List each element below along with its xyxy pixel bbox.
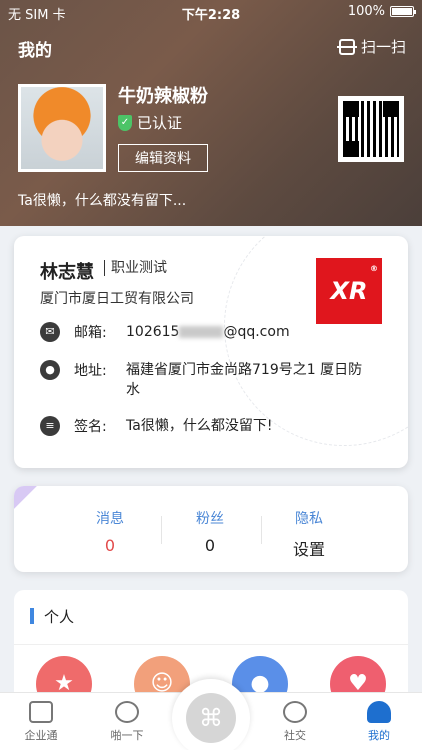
section-accent-bar <box>30 608 34 624</box>
tab-label: 社交 <box>284 729 306 742</box>
battery-percent: 100% <box>347 4 385 19</box>
business-card[interactable]: 林志慧 职业测试 厦门市厦日工贸有限公司 XR ® ✉ 邮箱: 102615 @q… <box>14 236 408 468</box>
stat-value: 0 <box>204 536 216 555</box>
page-title: 我的 <box>18 41 52 61</box>
verified-label: 已认证 <box>137 114 183 132</box>
tab-label: 啪一下 <box>110 729 144 742</box>
verified-badge: ✓ 已认证 <box>118 112 182 133</box>
stat-label: 粉丝 <box>196 511 224 527</box>
enterprise-icon <box>29 701 53 723</box>
stat-value: 0 <box>104 536 116 555</box>
card-name: 林志慧 <box>40 262 94 283</box>
document-icon: ≡ <box>40 416 60 436</box>
company-logo: XR ® <box>316 258 382 324</box>
email-row: ✉ 邮箱: 102615 @qq.com <box>40 322 376 342</box>
profile-header: 无 SIM 卡 下午2:28 100% 我的 扫一扫 牛奶辣椒粉 ✓ 已认证 编… <box>0 0 422 226</box>
tab-social[interactable]: 社交 <box>260 701 330 743</box>
stat-label: 隐私 <box>295 511 323 527</box>
tab-enterprise[interactable]: 企业通 <box>6 701 76 743</box>
tab-label: 企业通 <box>24 729 58 742</box>
email-redaction <box>179 326 224 338</box>
stat-privacy[interactable]: 隐私 设置 <box>259 508 359 560</box>
person-icon <box>367 701 391 723</box>
signature-row: ≡ 签名: Ta很懒，什么都没留下! <box>40 416 376 436</box>
stats-card: 消息 0 粉丝 0 隐私 设置 <box>14 486 408 572</box>
chat-icon <box>283 701 307 723</box>
address-value: 福建省厦门市金尚路719号之1 厦日防水 <box>126 362 363 398</box>
center-action-button[interactable]: ⌘ <box>172 679 250 750</box>
scan-button[interactable]: 扫一扫 <box>336 36 406 57</box>
scan-icon <box>336 38 357 55</box>
card-job-title: 职业测试 <box>104 260 167 276</box>
section-title: 个人 <box>44 608 75 626</box>
email-key: 邮箱: <box>74 325 107 341</box>
status-right: 100% <box>347 4 416 19</box>
shake-icon <box>115 701 139 723</box>
battery-icon <box>390 6 416 17</box>
stat-value: 设置 <box>292 540 325 559</box>
location-pin-icon: ● <box>40 360 60 380</box>
divider <box>14 644 408 645</box>
logo-registered-mark: ® <box>370 264 378 273</box>
logo-text: XR <box>330 277 368 305</box>
card-company: 厦门市厦日工贸有限公司 <box>40 291 194 307</box>
signature-value: Ta很懒，什么都没留下! <box>126 418 273 434</box>
china-mobile-logo-icon: ⌘ <box>186 693 236 743</box>
mail-icon: ✉ <box>40 322 60 342</box>
tab-bar: 企业通 啪一下 ⌘ 社交 我的 <box>0 679 422 750</box>
address-key: 地址: <box>74 363 107 379</box>
nickname: 牛奶辣椒粉 <box>118 86 208 107</box>
qr-code-icon[interactable] <box>338 96 404 162</box>
stat-messages[interactable]: 消息 0 <box>60 508 160 555</box>
stat-label: 消息 <box>96 511 124 527</box>
edit-profile-button[interactable]: 编辑资料 <box>118 144 208 172</box>
tab-mine[interactable]: 我的 <box>344 701 414 743</box>
shield-check-icon: ✓ <box>118 114 132 131</box>
email-value: 102615 @qq.com <box>126 324 290 340</box>
tab-label: 我的 <box>368 729 390 742</box>
avatar[interactable] <box>18 84 106 172</box>
stat-fans[interactable]: 粉丝 0 <box>160 508 260 555</box>
bio-text: Ta很懒，什么都没有留下... <box>18 193 187 209</box>
tab-pa[interactable]: 啪一下 <box>92 701 162 743</box>
address-row: ● 地址: 福建省厦门市金尚路719号之1 厦日防水 <box>40 360 376 400</box>
signature-key: 签名: <box>74 419 107 435</box>
status-bar: 无 SIM 卡 下午2:28 100% <box>0 0 422 24</box>
scan-label: 扫一扫 <box>360 38 406 56</box>
